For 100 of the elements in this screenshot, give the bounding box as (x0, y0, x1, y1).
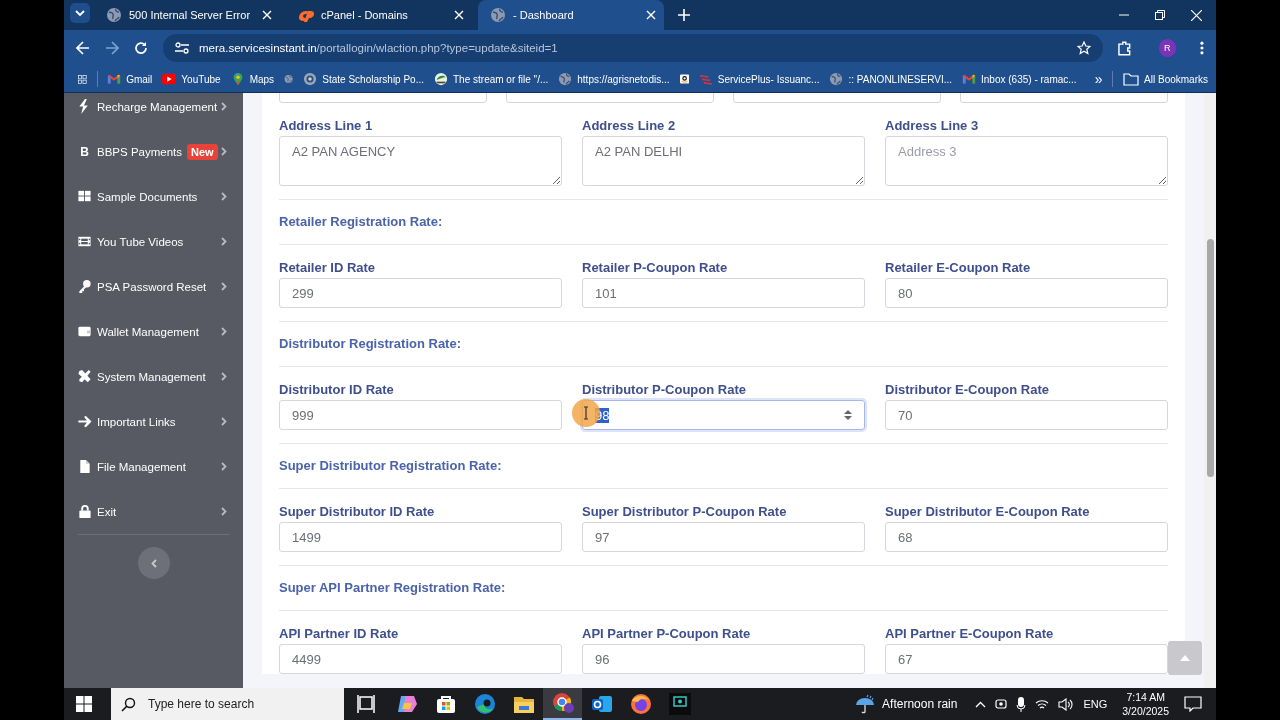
text-area[interactable]: Address 3 (885, 136, 1168, 186)
bookmark[interactable]: ServicePlus- Issuanc... (698, 72, 820, 86)
apps-icon[interactable] (78, 72, 87, 86)
spinner-icon[interactable] (844, 409, 852, 421)
chevron-right-icon (221, 237, 227, 246)
wifi-icon[interactable] (1035, 698, 1050, 710)
field-label: Address Line 2 (582, 117, 677, 135)
number-field[interactable]: 1499 (279, 522, 562, 552)
address-bar[interactable]: mera.servicesinstant.in/portallogin/wlaction.php?type=update&siteid=1 (163, 34, 1103, 62)
close-icon[interactable] (1191, 9, 1202, 21)
screen-recorder-icon (668, 693, 691, 715)
sidebar-item[interactable]: Important Links (64, 399, 243, 444)
film-icon (77, 234, 92, 249)
bookmark[interactable]: Maps (230, 72, 275, 86)
browser-tab[interactable]: 500 Internal Server Error (94, 0, 280, 30)
bookmark[interactable]: YouTube (162, 72, 221, 86)
all-bookmarks-button[interactable]: All Bookmarks (1123, 72, 1208, 86)
taskbar-app[interactable] (543, 688, 582, 720)
number-field[interactable]: 999 (279, 400, 562, 430)
chevron-right-icon (221, 327, 227, 336)
browser-tab[interactable]: cPanel - Domains (286, 0, 472, 30)
close-icon[interactable] (262, 10, 272, 20)
sidebar-item[interactable]: Sample Documents (64, 174, 243, 219)
sidebar-item[interactable]: B BBPS Payments New (64, 129, 243, 174)
copilot-icon (395, 693, 418, 715)
weather-widget[interactable]: Afternoon rain (854, 693, 958, 715)
field-label: API Partner ID Rate (279, 625, 400, 643)
section-heading: Retailer Registration Rate: (279, 213, 444, 231)
close-icon[interactable] (646, 10, 656, 20)
field-label: Address Line 1 (279, 117, 374, 135)
emblem-icon (303, 72, 318, 86)
bookmark[interactable]: The stream or file "/... (434, 72, 549, 86)
microphone-icon[interactable] (1016, 696, 1027, 712)
sidebar-item[interactable]: System Management (64, 354, 243, 399)
bookmark[interactable]: Gmail (107, 72, 153, 86)
site-settings-icon[interactable] (175, 42, 189, 54)
url-text[interactable]: mera.servicesinstant.in/portallogin/wlaction.php?type=update&siteid=1 (199, 42, 1067, 54)
stripes-icon (698, 72, 713, 86)
chevron-up-icon[interactable] (975, 700, 987, 708)
number-field[interactable]: 67 (885, 644, 1168, 674)
scrollbar[interactable] (1204, 93, 1216, 688)
number-field[interactable]: 101 (582, 278, 865, 308)
number-field[interactable]: 96 (582, 644, 865, 674)
clock[interactable]: 7:14 AM 3/20/2025 (1122, 690, 1169, 718)
bookmark[interactable]: https://agrisnetodis... (558, 72, 670, 86)
number-field[interactable]: 97 (582, 522, 865, 552)
grid-icon (77, 189, 92, 204)
windows-start-icon[interactable] (76, 696, 92, 712)
extensions-icon[interactable] (1117, 40, 1133, 56)
sidebar-item[interactable]: File Management (64, 444, 243, 489)
sidebar-item[interactable]: PSA Password Reset (64, 264, 243, 309)
speaker-icon[interactable] (1058, 697, 1075, 711)
close-icon[interactable] (454, 10, 464, 20)
number-field[interactable]: 80 (885, 278, 1168, 308)
chevron-left-icon (150, 558, 157, 568)
reload-icon[interactable] (134, 41, 148, 55)
chevron-right-icon (221, 192, 227, 201)
number-field[interactable]: 68 (885, 522, 1168, 552)
mail-icon (107, 72, 122, 86)
profile-avatar[interactable]: R (1158, 39, 1177, 57)
number-field[interactable]: 4499 (279, 644, 562, 674)
globe-icon (106, 7, 122, 23)
field-label: Retailer ID Rate (279, 259, 377, 277)
notifications-icon[interactable] (1184, 696, 1202, 712)
field-label: Super Distributor P-Coupon Rate (582, 503, 788, 521)
globe-icon[interactable] (284, 72, 294, 86)
sidebar-item[interactable]: Exit (64, 489, 243, 534)
umbrella-rain-icon (854, 693, 877, 715)
meet-icon[interactable] (995, 697, 1008, 711)
language-indicator[interactable]: ENG (1083, 698, 1108, 710)
bookmark[interactable]: Inbox (635) - ramac... (962, 72, 1077, 86)
tab-title: cPanel - Domains (321, 9, 409, 21)
store-icon (434, 693, 457, 715)
sidebar-item[interactable]: Recharge Management (64, 93, 243, 129)
menu-icon[interactable] (1200, 41, 1204, 55)
search-icon (121, 696, 136, 712)
search-box[interactable]: Type here to search (111, 688, 344, 720)
number-field[interactable]: 299 (279, 278, 562, 308)
globe-icon (490, 7, 506, 23)
sidebar-item[interactable]: Wallet Management (64, 309, 243, 354)
browser-tab[interactable]: - Dashboard (478, 0, 664, 30)
tab-search-icon[interactable] (70, 2, 90, 23)
forward-icon[interactable] (105, 41, 119, 55)
bookmark[interactable]: :: PANONLINESERVI... (829, 72, 953, 86)
bookmark-star-icon[interactable] (1077, 41, 1091, 55)
restore-icon[interactable] (1155, 10, 1165, 20)
text-area[interactable]: A2 PAN DELHI (582, 136, 865, 186)
mail-icon (962, 72, 977, 86)
new-badge: New (187, 143, 218, 160)
shopping-icon[interactable] (679, 72, 689, 86)
new-tab-icon[interactable] (678, 9, 690, 21)
number-field[interactable]: 70 (885, 400, 1168, 430)
back-icon[interactable] (76, 41, 90, 55)
bookmark[interactable]: State Scholarship Po... (303, 72, 424, 86)
wallet-icon (77, 324, 92, 339)
text-area[interactable]: A2 PAN AGENCY (279, 136, 562, 186)
more-bookmarks-button[interactable]: » (1094, 71, 1103, 87)
tools-icon (77, 369, 92, 384)
sidebar-item[interactable]: You Tube Videos (64, 219, 243, 264)
section-heading: Distributor Registration Rate: (279, 335, 462, 353)
